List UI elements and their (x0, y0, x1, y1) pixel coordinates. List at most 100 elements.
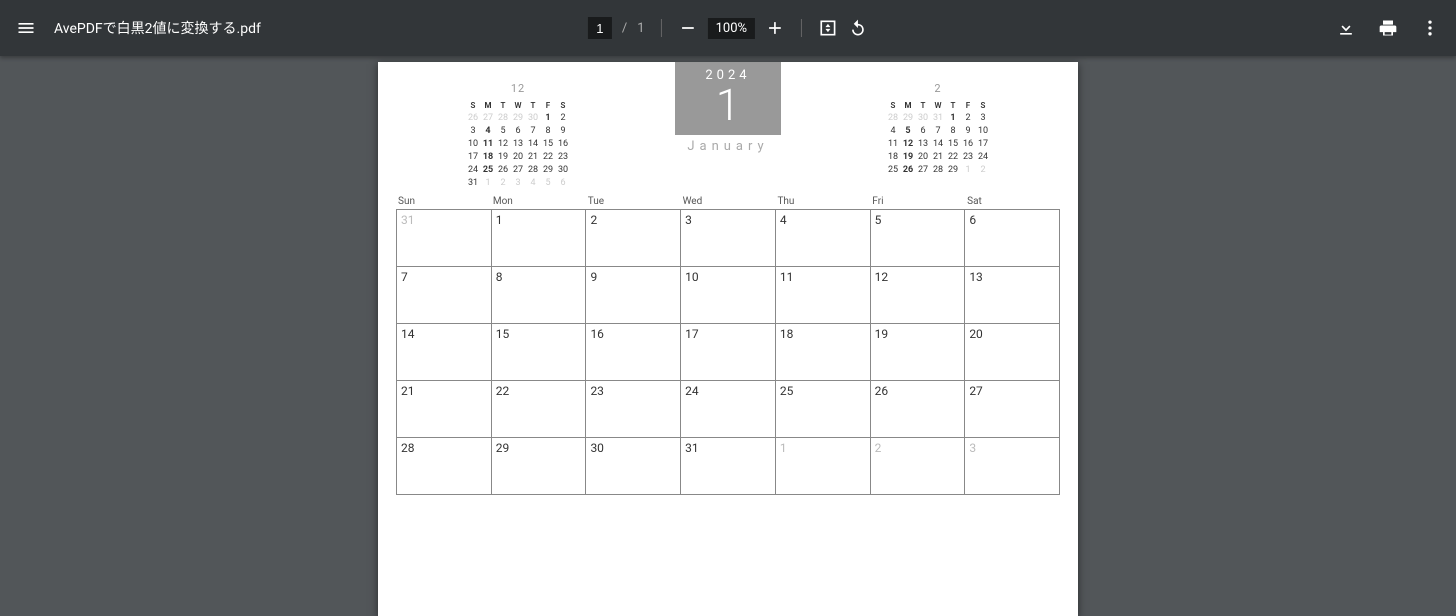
calendar-row: 14151617181920 (397, 324, 1059, 381)
mini-day: 14 (526, 138, 540, 151)
mini-day: 8 (946, 125, 960, 138)
calendar-day: 31 (397, 210, 492, 266)
mini-month-title: 2 (886, 82, 990, 95)
mini-day: 9 (556, 125, 570, 138)
mini-day: 13 (511, 138, 525, 151)
mini-day: 3 (466, 125, 480, 138)
mini-dow-cell: W (931, 99, 945, 112)
mini-day: 1 (961, 164, 975, 177)
mini-day: 30 (556, 164, 570, 177)
mini-day: 10 (976, 125, 990, 138)
mini-day: 6 (511, 125, 525, 138)
month-name: January (675, 139, 781, 154)
month-block: 2024 1 January (675, 82, 781, 154)
print-icon[interactable] (1378, 18, 1398, 38)
day-header: Thu (775, 196, 870, 209)
mini-day: 3 (976, 112, 990, 125)
mini-day: 19 (901, 151, 915, 164)
calendar-row: 31123456 (397, 210, 1059, 267)
mini-day: 13 (916, 138, 930, 151)
fit-page-icon[interactable] (818, 18, 838, 38)
mini-day: 28 (931, 164, 945, 177)
mini-dow-cell: W (511, 99, 525, 112)
calendar-day: 22 (492, 381, 587, 437)
mini-day: 17 (466, 151, 480, 164)
month-number: 1 (675, 83, 781, 127)
calendar-day: 26 (871, 381, 966, 437)
mini-row: 28293031123 (886, 112, 990, 125)
day-header: Fri (870, 196, 965, 209)
day-header: Wed (681, 196, 776, 209)
mini-day: 4 (526, 177, 540, 190)
mini-day: 22 (541, 151, 555, 164)
calendar-day: 10 (681, 267, 776, 323)
mini-day: 24 (976, 151, 990, 164)
calendar-day: 19 (871, 324, 966, 380)
mini-day: 27 (916, 164, 930, 177)
mini-day: 18 (886, 151, 900, 164)
zoom-out-button[interactable] (678, 18, 698, 38)
mini-day: 28 (886, 112, 900, 125)
mini-month-title: 12 (466, 82, 570, 95)
calendar-day: 2 (871, 438, 966, 494)
calendar-day: 9 (586, 267, 681, 323)
mini-day: 7 (526, 125, 540, 138)
calendar-day: 13 (965, 267, 1059, 323)
mini-day: 7 (931, 125, 945, 138)
document-title: AvePDFで白黒2値に変換する.pdf (54, 18, 261, 38)
mini-day: 16 (961, 138, 975, 151)
mini-day: 29 (541, 164, 555, 177)
menu-icon[interactable] (16, 18, 36, 38)
mini-day: 27 (481, 112, 495, 125)
mini-day: 23 (961, 151, 975, 164)
toolbar-center: / 1 100% (588, 17, 868, 39)
mini-day: 26 (466, 112, 480, 125)
calendar-day: 25 (776, 381, 871, 437)
mini-day: 23 (556, 151, 570, 164)
mini-dow-cell: T (526, 99, 540, 112)
mini-day: 29 (511, 112, 525, 125)
calendar-day: 4 (776, 210, 871, 266)
calendar-day: 6 (965, 210, 1059, 266)
mini-day: 6 (916, 125, 930, 138)
more-icon[interactable] (1420, 18, 1440, 38)
mini-dow-cell: T (916, 99, 930, 112)
mini-dow-cell: F (541, 99, 555, 112)
mini-day: 24 (466, 164, 480, 177)
page-number-input[interactable] (588, 17, 612, 39)
separator (801, 19, 802, 37)
mini-day: 11 (481, 138, 495, 151)
zoom-in-button[interactable] (765, 18, 785, 38)
download-icon[interactable] (1336, 18, 1356, 38)
calendar-day: 20 (965, 324, 1059, 380)
mini-dow-cell: T (496, 99, 510, 112)
calendar-row: 78910111213 (397, 267, 1059, 324)
calendar-day: 30 (586, 438, 681, 494)
calendar-day: 23 (586, 381, 681, 437)
mini-row: 24252627282930 (466, 164, 570, 177)
pdf-viewport[interactable]: 12SMTWTFS2627282930123456789101112131415… (0, 56, 1456, 616)
calendar-row: 21222324252627 (397, 381, 1059, 438)
calendar-day: 3 (681, 210, 776, 266)
mini-row: 17181920212223 (466, 151, 570, 164)
calendar-grid: 3112345678910111213141516171819202122232… (396, 209, 1060, 495)
mini-row: 10111213141516 (466, 138, 570, 151)
mini-day: 12 (496, 138, 510, 151)
day-header: Sun (396, 196, 491, 209)
mini-day: 26 (496, 164, 510, 177)
rotate-icon[interactable] (848, 18, 868, 38)
mini-day: 1 (541, 112, 555, 125)
main-calendar: SunMonTueWedThuFriSat 311234567891011121… (396, 196, 1060, 495)
calendar-day: 27 (965, 381, 1059, 437)
calendar-day: 21 (397, 381, 492, 437)
calendar-day: 3 (965, 438, 1059, 494)
mini-calendar-next: 2SMTWTFS28293031123456789101112131415161… (886, 82, 990, 177)
mini-day: 4 (481, 125, 495, 138)
calendar-day: 31 (681, 438, 776, 494)
mini-row: 3456789 (466, 125, 570, 138)
mini-day: 28 (496, 112, 510, 125)
mini-day: 11 (886, 138, 900, 151)
zoom-level: 100% (708, 18, 755, 39)
mini-dow-row: SMTWTFS (466, 99, 570, 112)
mini-dow-cell: S (976, 99, 990, 112)
